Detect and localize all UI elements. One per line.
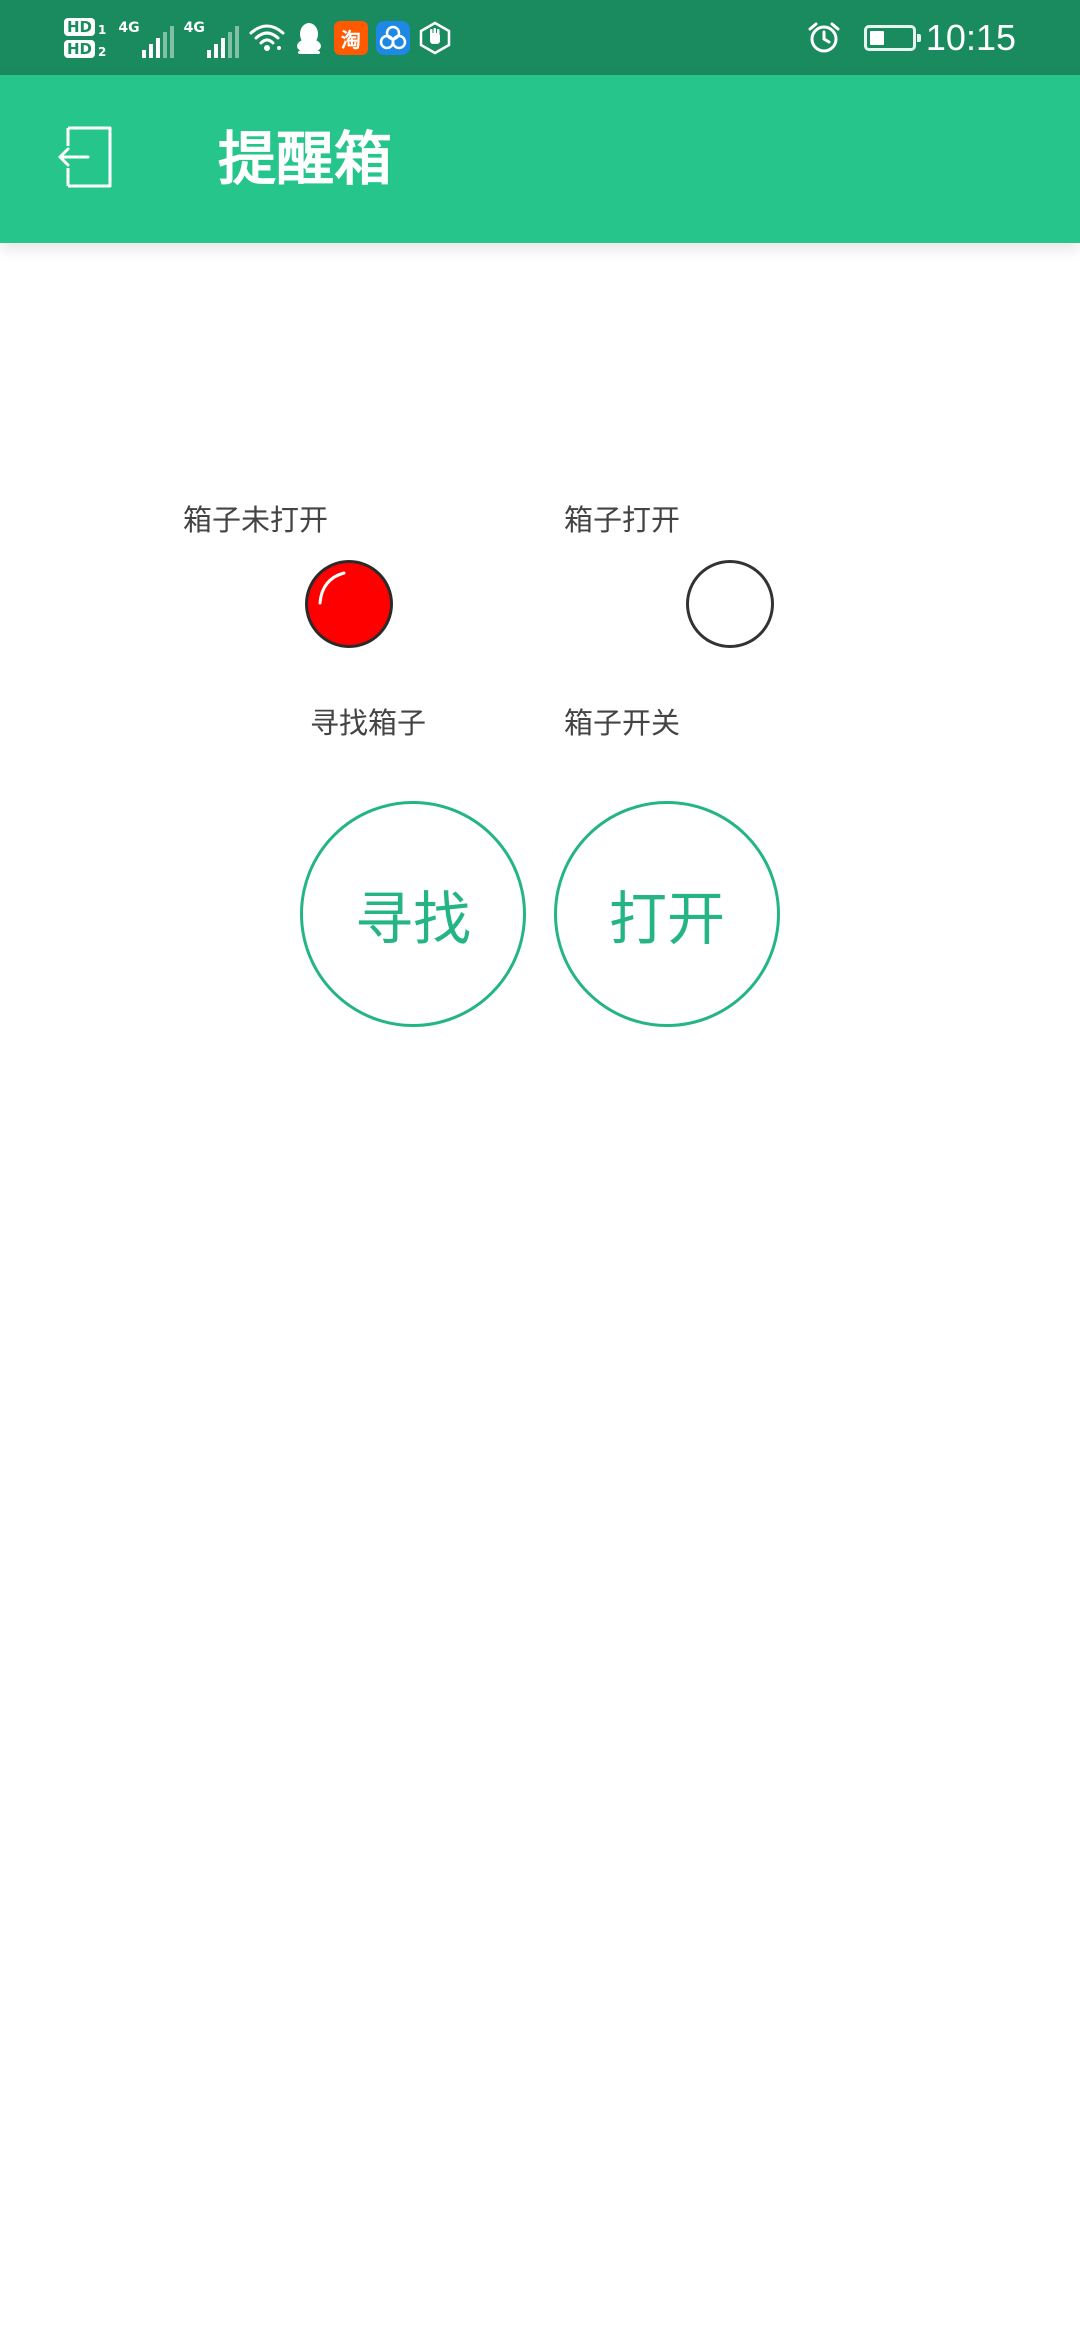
hd-sub-1: 1 — [98, 23, 107, 37]
box-switch-label: 箱子开关 — [564, 706, 681, 740]
signal-2: 4G — [184, 18, 239, 58]
taobao-glyph: 淘 — [333, 21, 368, 55]
triangle-app-icon — [375, 20, 411, 56]
hd-indicators: HD 1 HD 2 — [64, 18, 106, 58]
hd-badge-2: HD — [64, 40, 96, 58]
page-title: 提醒箱 — [218, 125, 393, 193]
box-closed-label: 箱子未打开 — [183, 503, 329, 537]
hd-row-1: HD 1 — [64, 18, 106, 36]
box-open-indicator — [686, 560, 774, 648]
wifi-icon — [249, 20, 285, 56]
back-button[interactable] — [48, 117, 128, 197]
find-box-label: 寻找箱子 — [310, 706, 427, 740]
qq-penguin-icon — [291, 20, 327, 56]
network-type-2: 4G — [183, 20, 205, 36]
signal-1: 4G — [118, 18, 174, 58]
hand-hexagon-icon — [417, 20, 453, 56]
signal-bars-2-icon — [206, 26, 239, 58]
network-type-1: 4G — [118, 20, 140, 36]
exit-icon — [58, 126, 112, 188]
status-bar: HD 1 HD 2 4G 4G 淘 10:15 — [0, 0, 1080, 75]
signal-bars-1-icon — [141, 26, 174, 58]
screen: HD 1 HD 2 4G 4G 淘 10:15 提醒箱 箱子未打开 箱子打开 寻… — [0, 0, 1080, 2340]
battery-icon — [863, 25, 921, 51]
status-bar-left: HD 1 HD 2 4G 4G 淘 — [64, 8, 459, 68]
hd-badge-1: HD — [64, 18, 96, 36]
open-button[interactable]: 打开 — [554, 801, 780, 1027]
hd-sub-2: 2 — [98, 45, 107, 59]
app-bar: 提醒箱 — [0, 75, 1080, 243]
status-bar-right: 10:15 — [806, 8, 1016, 68]
box-open-label: 箱子打开 — [564, 503, 681, 537]
find-button[interactable]: 寻找 — [300, 801, 526, 1027]
status-time: 10:15 — [925, 17, 1016, 58]
taobao-icon: 淘 — [333, 20, 369, 56]
hd-row-2: HD 2 — [64, 40, 106, 58]
box-closed-indicator — [305, 560, 393, 648]
alarm-icon — [806, 20, 842, 56]
battery-level — [869, 31, 884, 45]
